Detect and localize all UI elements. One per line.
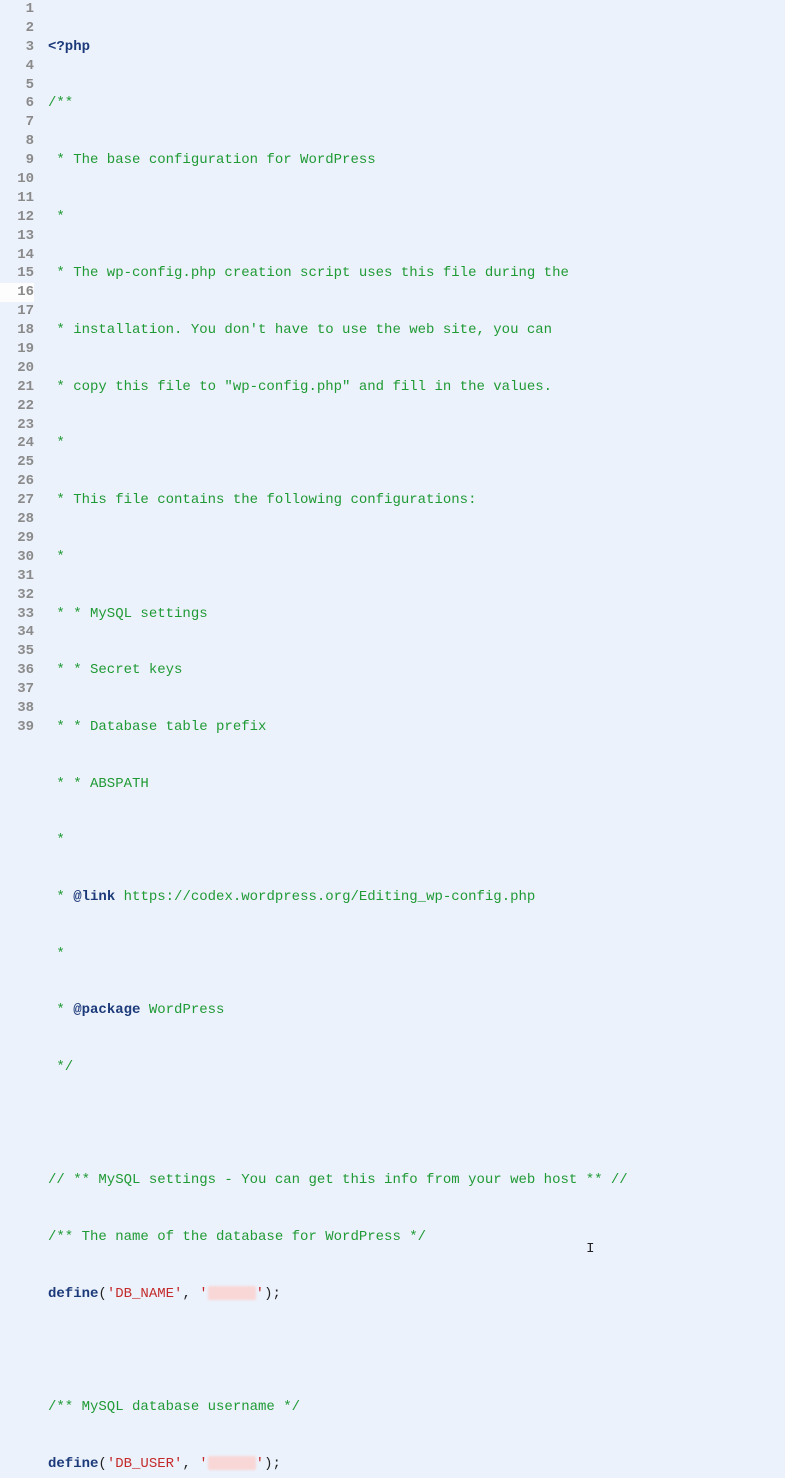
line-number: 28 (0, 510, 34, 529)
line-number: 9 (0, 151, 34, 170)
code-editor[interactable]: 1234567891011121314151617181920212223242… (0, 0, 785, 739)
line-number: 24 (0, 434, 34, 453)
code-line: * (48, 945, 785, 964)
line-number: 6 (0, 94, 34, 113)
line-number: 3 (0, 38, 34, 57)
code-line: /** MySQL database username */ (48, 1398, 785, 1417)
line-number: 7 (0, 113, 34, 132)
line-number: 13 (0, 227, 34, 246)
redacted-value (208, 1286, 256, 1300)
php-open-tag: <?php (48, 39, 90, 55)
line-number: 1 (0, 0, 34, 19)
code-line: define('DB_USER', ''); (48, 1455, 785, 1474)
line-number: 33 (0, 605, 34, 624)
line-number: 4 (0, 57, 34, 76)
code-line: * @link https://codex.wordpress.org/Edit… (48, 888, 785, 907)
line-number: 23 (0, 416, 34, 435)
line-number: 11 (0, 189, 34, 208)
line-number: 25 (0, 453, 34, 472)
line-number: 38 (0, 699, 34, 718)
phpdoc-package-tag: @package (73, 1002, 140, 1018)
code-line: * (48, 548, 785, 567)
code-area[interactable]: <?php /** * The base configuration for W… (40, 0, 785, 739)
line-number: 18 (0, 321, 34, 340)
line-number: 31 (0, 567, 34, 586)
line-number: 22 (0, 397, 34, 416)
code-line: * * Secret keys (48, 661, 785, 680)
line-number: 34 (0, 623, 34, 642)
code-line: <?php (48, 38, 785, 57)
code-line (48, 1341, 785, 1360)
code-line: * installation. You don't have to use th… (48, 321, 785, 340)
code-line: /** (48, 94, 785, 113)
line-number: 16 (0, 283, 34, 302)
line-number: 12 (0, 208, 34, 227)
code-line: * @package WordPress (48, 1001, 785, 1020)
line-number: 14 (0, 246, 34, 265)
line-number-gutter: 1234567891011121314151617181920212223242… (0, 0, 40, 739)
line-number: 39 (0, 718, 34, 737)
line-number: 21 (0, 378, 34, 397)
line-number: 26 (0, 472, 34, 491)
code-line: * * Database table prefix (48, 718, 785, 737)
line-number: 32 (0, 586, 34, 605)
code-line: /** The name of the database for WordPre… (48, 1228, 785, 1247)
code-line: * (48, 831, 785, 850)
code-line: * copy this file to "wp-config.php" and … (48, 378, 785, 397)
code-line: * (48, 208, 785, 227)
line-number: 2 (0, 19, 34, 38)
code-line: * * MySQL settings (48, 605, 785, 624)
code-line: */ (48, 1058, 785, 1077)
line-number: 8 (0, 132, 34, 151)
code-line: * (48, 434, 785, 453)
line-number: 19 (0, 340, 34, 359)
code-line: // ** MySQL settings - You can get this … (48, 1171, 785, 1190)
code-line: * The base configuration for WordPress (48, 151, 785, 170)
code-line: * * ABSPATH (48, 775, 785, 794)
phpdoc-link-tag: @link (73, 889, 115, 905)
line-number: 35 (0, 642, 34, 661)
code-line (48, 1115, 785, 1134)
line-number: 10 (0, 170, 34, 189)
line-number: 5 (0, 76, 34, 95)
line-number: 20 (0, 359, 34, 378)
code-line: define('DB_NAME', ''); (48, 1285, 785, 1304)
line-number: 17 (0, 302, 34, 321)
line-number: 29 (0, 529, 34, 548)
redacted-value (208, 1456, 256, 1470)
line-number: 30 (0, 548, 34, 567)
line-number: 27 (0, 491, 34, 510)
code-line: * This file contains the following confi… (48, 491, 785, 510)
line-number: 37 (0, 680, 34, 699)
line-number: 36 (0, 661, 34, 680)
code-line: * The wp-config.php creation script uses… (48, 264, 785, 283)
line-number: 15 (0, 264, 34, 283)
